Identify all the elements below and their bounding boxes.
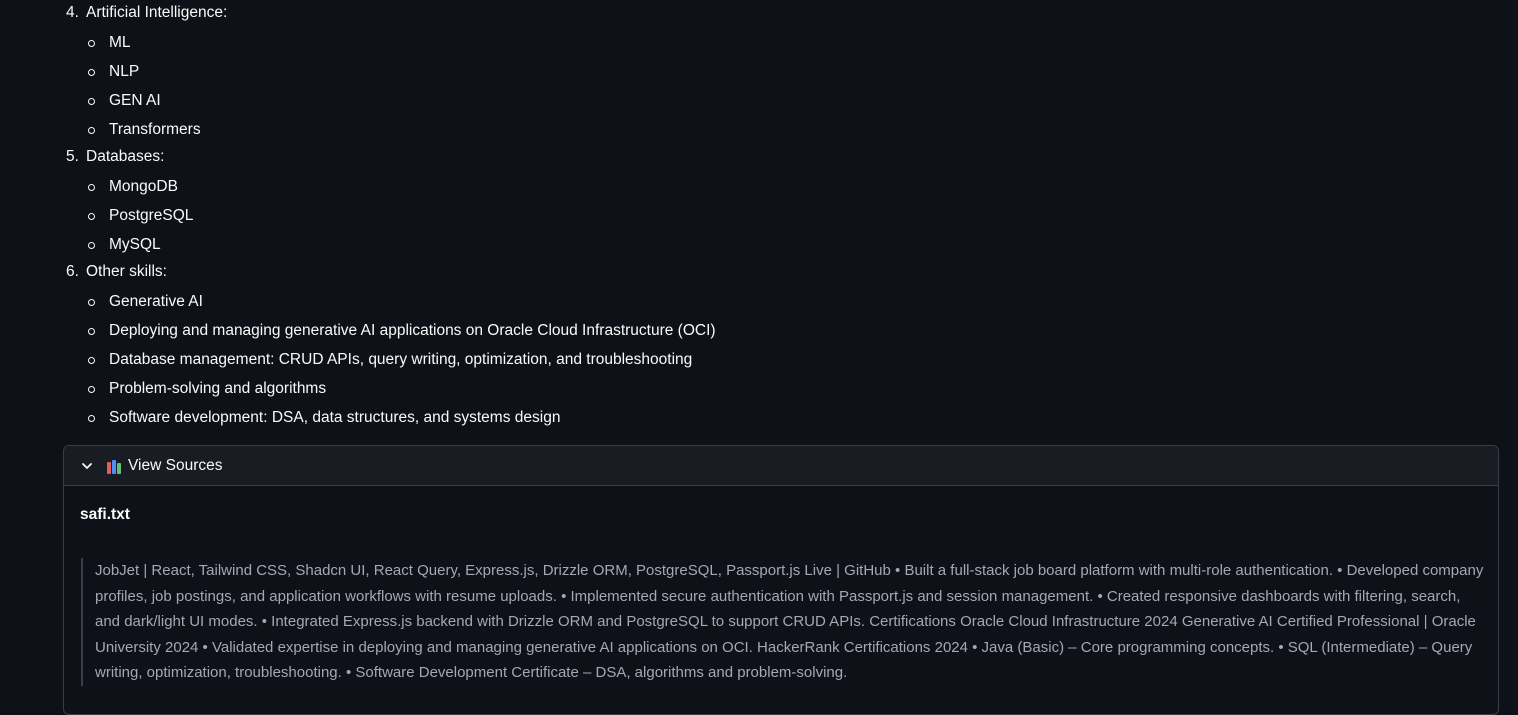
category-heading: 6. Other skills: [66,259,698,287]
bullet-icon [88,127,95,134]
bullet-icon [88,184,95,191]
list-item-text: Database management: CRUD APIs, query wr… [109,351,693,368]
category-items: Generative AI Deploying and managing gen… [84,287,716,432]
list-item: Database management: CRUD APIs, query wr… [84,345,716,374]
list-item-text: ML [109,34,131,51]
list-item: MySQL [84,230,716,259]
list-item: ML [84,28,716,57]
bullet-icon [88,415,95,422]
bullet-icon [88,386,95,393]
list-item: Problem-solving and algorithms [84,374,716,403]
list-item-text: PostgreSQL [109,207,194,224]
list-item-text: Deploying and managing generative AI app… [109,322,716,339]
bullet-icon [88,40,95,47]
list-item-text: Software development: DSA, data structur… [109,409,561,426]
bullet-icon [88,69,95,76]
list-item: Deploying and managing generative AI app… [84,316,716,345]
category-title: Databases: [86,148,165,165]
category-heading: 5. Databases: [66,144,698,172]
list-item: GEN AI [84,86,716,115]
books-icon [106,458,122,474]
list-item: Transformers [84,115,716,144]
list-item: Generative AI [84,287,716,316]
category-title: Other skills: [86,263,167,280]
list-item: NLP [84,57,716,86]
bullet-icon [88,299,95,306]
bullet-icon [88,213,95,220]
category-items: MongoDB PostgreSQL MySQL [84,172,716,259]
source-file-name: safi.txt [80,506,130,523]
view-sources-toggle[interactable]: View Sources [64,446,1498,486]
view-sources-expander: View Sources safi.txt JobJet | React, Ta… [63,445,1499,715]
category-number: 5. [66,148,79,165]
list-item-text: MySQL [109,236,161,253]
skill-category-other: 6. Other skills: Generative AI Deploying … [66,259,716,432]
category-number: 4. [66,4,79,21]
list-item-text: Generative AI [109,293,203,310]
list-item: Software development: DSA, data structur… [84,403,716,432]
bullet-icon [88,98,95,105]
list-item-text: MongoDB [109,178,178,195]
skill-category-databases: 5. Databases: MongoDB PostgreSQL MySQL [66,144,698,259]
list-item-text: NLP [109,63,140,80]
category-title: Artificial Intelligence: [86,4,228,21]
skills-list: 4. Artificial Intelligence: ML NLP GEN AI… [66,0,716,432]
list-item-text: Problem-solving and algorithms [109,380,327,397]
bullet-icon [88,357,95,364]
view-sources-label: View Sources [128,456,223,474]
list-item-text: GEN AI [109,92,161,109]
skill-category-ai: 4. Artificial Intelligence: ML NLP GEN AI… [66,0,698,144]
category-number: 6. [66,263,79,280]
bullet-icon [88,242,95,249]
bullet-icon [88,328,95,335]
list-item-text: Transformers [109,121,201,138]
category-heading: 4. Artificial Intelligence: [66,0,698,28]
list-item: PostgreSQL [84,201,716,230]
source-excerpt: JobJet | React, Tailwind CSS, Shadcn UI,… [81,558,1485,686]
category-items: ML NLP GEN AI Transformers [84,28,716,144]
chevron-down-icon [80,459,94,473]
list-item: MongoDB [84,172,716,201]
